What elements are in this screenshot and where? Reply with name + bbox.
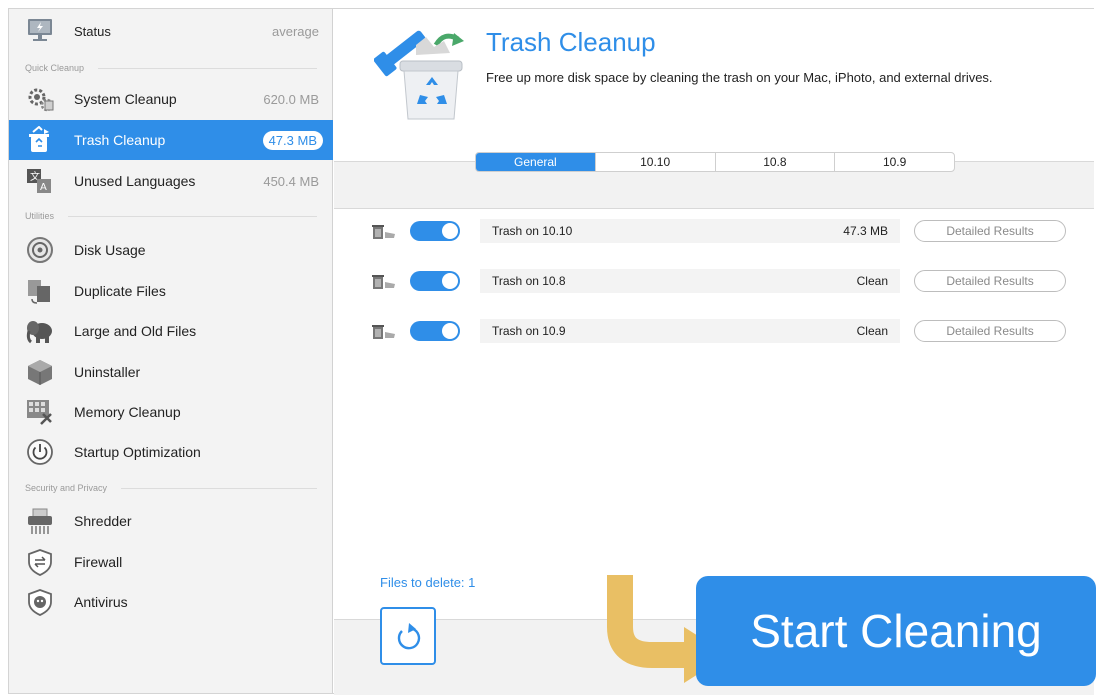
disk-icon [25,236,55,264]
refresh-button[interactable] [380,607,436,665]
row-size: Clean [856,274,888,288]
sidebar-item-label: Status [74,23,111,39]
sidebar-item-status[interactable]: Status average [9,11,333,51]
trash-row: Trash on 10.8 Clean Detailed Results [370,269,1066,293]
sidebar-item-uninstaller[interactable]: Uninstaller [9,352,333,392]
trash-bin-icon [370,322,398,340]
box-icon [25,358,55,386]
sidebar-item-duplicate-files[interactable]: Duplicate Files [9,271,333,311]
sidebar-item-system-cleanup[interactable]: System Cleanup 620.0 MB [9,79,333,119]
tab-strip: General 10.10 10.8 10.9 [334,152,1094,209]
toggle-knob [442,273,458,289]
sidebar-item-value: 450.4 MB [263,173,319,189]
section-utilities: Utilities [25,209,317,223]
sidebar-item-label: Unused Languages [74,173,196,189]
main-panel: Trash Cleanup Free up more disk space by… [334,9,1096,695]
row-toggle[interactable] [410,271,460,291]
power-icon [25,438,55,466]
sidebar-item-value: 47.3 MB [262,130,323,150]
duplicate-icon [25,277,55,305]
elephant-icon [25,317,55,345]
files-to-delete-count: Files to delete: 1 [380,575,476,590]
monitor-icon [25,17,55,45]
sidebar-item-disk-usage[interactable]: Disk Usage [9,230,333,270]
row-name: Trash on 10.8 [492,274,566,288]
tab-10-9[interactable]: 10.9 [834,153,954,171]
gears-icon [25,85,55,113]
detailed-results-button[interactable]: Detailed Results [914,320,1066,342]
sidebar-item-label: Firewall [74,554,123,570]
status-value: average [272,23,319,39]
sidebar-item-trash-cleanup[interactable]: Trash Cleanup 47.3 MB [9,120,333,160]
segmented-tabs: General 10.10 10.8 10.9 [475,152,955,172]
sidebar-item-value: 620.0 MB [263,91,319,107]
toggle-knob [442,223,458,239]
row-size: Clean [856,324,888,338]
sidebar-item-label: Startup Optimization [74,444,201,460]
row-toggle[interactable] [410,221,460,241]
row-name: Trash on 10.9 [492,324,566,338]
sidebar-item-label: Shredder [74,513,132,529]
sidebar-item-label: Uninstaller [74,364,141,380]
sidebar-item-startup-optimization[interactable]: Startup Optimization [9,432,333,472]
trash-cleanup-hero-icon [373,23,474,123]
sidebar-item-label: System Cleanup [74,91,177,107]
page-description: Free up more disk space by cleaning the … [486,70,993,85]
sidebar-item-memory-cleanup[interactable]: Memory Cleanup [9,392,333,432]
tab-10-10[interactable]: 10.10 [594,153,715,171]
sidebar-item-label: Antivirus [74,594,128,610]
trash-bin-icon [370,222,398,240]
sidebar: Status average Quick Cleanup System Clea… [9,9,333,693]
start-cleaning-button[interactable]: Start Cleaning [696,576,1096,686]
row-size: 47.3 MB [843,224,888,238]
app-window: Status average Quick Cleanup System Clea… [8,8,1096,695]
trash-row: Trash on 10.10 47.3 MB Detailed Results [370,219,1066,243]
shredder-icon [25,507,55,535]
memory-icon [25,398,55,426]
refresh-icon [397,623,421,650]
trash-bin-icon [370,272,398,290]
sidebar-item-label: Duplicate Files [74,283,166,299]
tab-general[interactable]: General [476,153,595,171]
sidebar-item-firewall[interactable]: Firewall [9,542,333,582]
row-name: Trash on 10.10 [492,224,573,238]
language-icon: 文A [25,167,55,195]
page-title: Trash Cleanup [486,27,656,57]
detailed-results-button[interactable]: Detailed Results [914,220,1066,242]
sidebar-item-antivirus[interactable]: Antivirus [9,582,333,622]
firewall-icon [25,548,55,576]
sidebar-item-large-old-files[interactable]: Large and Old Files [9,311,333,351]
tab-10-8[interactable]: 10.8 [714,153,835,171]
detailed-results-button[interactable]: Detailed Results [914,270,1066,292]
sidebar-item-unused-languages[interactable]: 文A Unused Languages 450.4 MB [9,161,333,201]
svg-text:A: A [40,182,47,193]
sidebar-item-label: Memory Cleanup [74,404,181,420]
sidebar-item-label: Disk Usage [74,242,146,258]
trash-row: Trash on 10.9 Clean Detailed Results [370,319,1066,343]
sidebar-item-label: Large and Old Files [74,323,197,339]
row-toggle[interactable] [410,321,460,341]
sidebar-item-label: Trash Cleanup [74,132,166,148]
section-security-privacy: Security and Privacy [25,481,317,495]
toggle-knob [442,323,458,339]
sidebar-item-shredder[interactable]: Shredder [9,501,333,541]
section-quick-cleanup: Quick Cleanup [25,61,317,75]
trash-icon [25,125,55,154]
antivirus-icon [25,588,55,616]
